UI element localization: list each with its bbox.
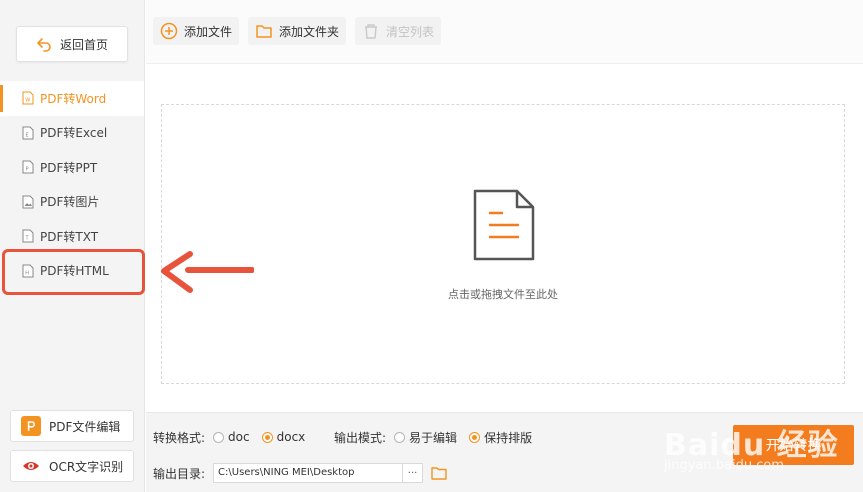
plus-circle-icon (160, 22, 178, 40)
svg-text:P: P (26, 167, 29, 173)
baidu-watermark: Baidu 经验 jingyan.baidu.com (656, 412, 856, 480)
image-file-icon (22, 195, 34, 209)
clear-list-button[interactable]: 清空列表 (355, 17, 442, 45)
format-option-doc[interactable]: doc (213, 430, 250, 444)
output-row: 输出目录: C:\Users\NING MEI\Desktop ··· (153, 462, 447, 484)
format-option-label: doc (228, 430, 250, 444)
trash-icon (365, 24, 377, 39)
nav-item-pdf-to-ppt[interactable]: P PDF转PPT (0, 150, 144, 185)
format-option-label: docx (276, 430, 306, 444)
nav-item-label: PDF转PPT (40, 160, 98, 175)
back-home-button[interactable]: 返回首页 (16, 26, 128, 62)
clear-list-label: 清空列表 (386, 24, 435, 39)
ocr-eye-icon (21, 456, 41, 476)
nav-item-label: PDF转图片 (40, 195, 100, 210)
arrow-annotation-icon (161, 251, 254, 293)
nav-item-label: PDF转Excel (40, 126, 108, 141)
back-arrow-icon (37, 38, 51, 52)
format-row: 转换格式: doc docx (153, 427, 305, 447)
mode-label: 输出模式: (334, 430, 387, 445)
svg-text:W: W (25, 98, 30, 104)
radio-unchecked-icon (213, 431, 225, 443)
svg-text:E: E (26, 132, 29, 138)
format-label: 转换格式: (153, 430, 206, 445)
back-home-label: 返回首页 (59, 37, 108, 52)
format-option-docx[interactable]: docx (261, 430, 306, 444)
pdf-edit-icon (21, 416, 41, 436)
add-folder-label: 添加文件夹 (279, 24, 340, 39)
pdf-edit-label: PDF文件编辑 (49, 419, 121, 434)
radio-checked-icon (261, 431, 273, 443)
mode-option-label: 保持排版 (484, 430, 533, 445)
mode-row: 输出模式: 易于编辑 保持排版 (334, 427, 532, 447)
mode-option-label: 易于编辑 (409, 430, 458, 445)
toolbar: 添加文件 添加文件夹 清空列表 (146, 0, 863, 64)
radio-checked-icon (469, 431, 481, 443)
open-folder-icon[interactable] (431, 466, 447, 480)
ppt-file-icon: P (22, 160, 34, 174)
file-drop-zone[interactable]: 点击或拖拽文件至此处 (161, 104, 845, 384)
output-label: 输出目录: (153, 466, 206, 481)
excel-file-icon: E (22, 126, 34, 140)
mode-option-easy-edit[interactable]: 易于编辑 (394, 429, 457, 446)
add-folder-button[interactable]: 添加文件夹 (248, 17, 347, 45)
document-icon (473, 189, 535, 261)
nav-item-pdf-to-image[interactable]: PDF转图片 (0, 185, 144, 220)
output-path-field[interactable]: C:\Users\NING MEI\Desktop (213, 463, 404, 483)
ocr-label: OCR文字识别 (49, 459, 124, 474)
drop-hint-text: 点击或拖拽文件至此处 (448, 288, 558, 301)
pdf-edit-button[interactable]: PDF文件编辑 (10, 410, 134, 442)
watermark-sub: jingyan.baidu.com (664, 458, 784, 473)
txt-file-icon: T (22, 229, 34, 243)
add-file-button[interactable]: 添加文件 (153, 17, 240, 45)
nav-item-pdf-to-excel[interactable]: E PDF转Excel (0, 116, 144, 151)
folder-icon (256, 25, 272, 38)
nav-item-label: PDF转Word (40, 91, 107, 106)
mode-option-keep-layout[interactable]: 保持排版 (469, 429, 532, 446)
highlight-annotation-box (2, 249, 145, 295)
sidebar: 返回首页 W PDF转Word E PDF转Excel P PDF转PPT PD… (0, 0, 145, 492)
nav-item-pdf-to-word[interactable]: W PDF转Word (0, 81, 144, 116)
nav-item-label: PDF转TXT (40, 229, 99, 244)
radio-unchecked-icon (394, 431, 406, 443)
add-file-label: 添加文件 (184, 24, 233, 39)
browse-button[interactable]: ··· (403, 463, 424, 483)
word-file-icon: W (22, 91, 34, 105)
ocr-button[interactable]: OCR文字识别 (10, 450, 134, 482)
